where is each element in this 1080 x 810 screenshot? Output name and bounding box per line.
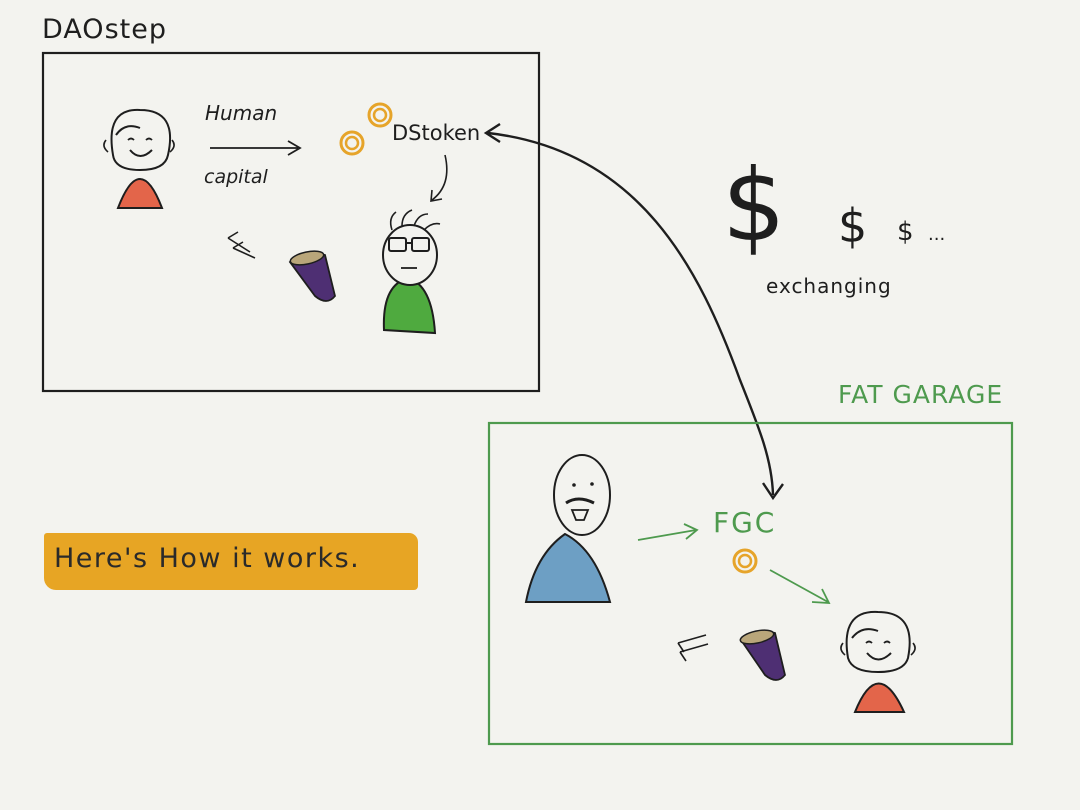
token-to-member-arrow [430,154,448,202]
fat-garage-title: FAT GARAGE [838,380,1003,409]
product-cup-icon [739,629,786,681]
member-person-orange [103,108,175,209]
diagram-canvas: DAOstep Human capital DStoken $ $ $ ... … [0,0,1080,810]
diagram-svg: DAOstep Human capital DStoken $ $ $ ... … [41,14,1014,746]
member-person-green [382,209,441,335]
product-cup-icon [288,250,336,302]
dollar-mid-icon: $ [838,199,867,253]
human-capital-arrow [210,140,302,156]
member-person-orange [840,610,916,713]
arrow-label-capital: capital [204,166,269,188]
how-it-works-text: Here's How it works. [54,543,361,574]
dstoken-coin-icon [367,102,393,128]
fgc-label: FGC [713,506,776,539]
owner-to-fgc-arrow [637,523,699,541]
fgc-coin-icon [732,548,758,574]
fgc-to-member-arrow [769,569,831,604]
dstoken-label: DStoken [392,121,480,145]
return-arrow-icon [677,634,709,662]
arrow-label-human: Human [205,101,277,125]
daostep-frame [41,51,541,393]
dstoken-coin-icon [339,130,365,156]
owner-person-blue [524,454,612,603]
daostep-title: DAOstep [42,14,167,45]
return-arrow-icon [227,231,256,259]
dollar-ellipsis: ... [928,224,945,245]
dollar-small-icon: $ [897,217,914,247]
exchanging-label: exchanging [766,274,892,298]
dollar-big-icon: $ [722,147,786,264]
